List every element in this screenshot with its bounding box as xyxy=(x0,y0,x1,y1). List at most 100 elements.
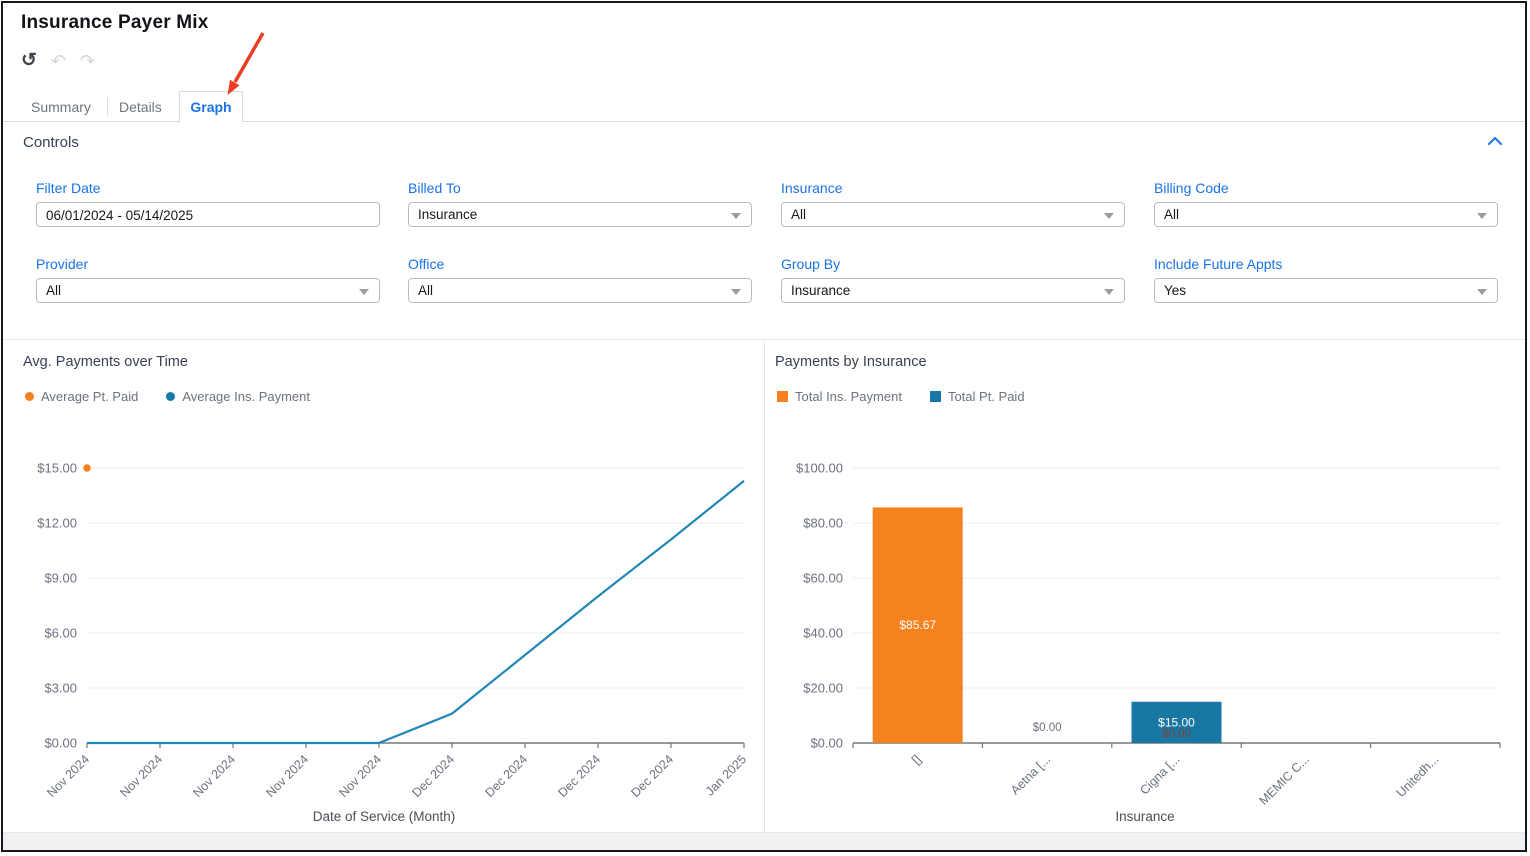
filter-date-label: Filter Date xyxy=(36,180,101,196)
provider-field: Provider All xyxy=(36,256,380,303)
office-select[interactable]: All xyxy=(408,278,752,303)
chevron-down-icon xyxy=(731,212,741,224)
undo-icon[interactable]: ↶ xyxy=(51,51,66,71)
svg-text:Cigna [...: Cigna [... xyxy=(1137,752,1182,797)
payments-by-insurance-legend: Total Ins. Payment Total Pt. Paid xyxy=(777,389,1025,404)
svg-text:$40.00: $40.00 xyxy=(803,626,843,641)
avg-payments-line-chart: $0.00 $3.00 $6.00 $9.00 $12.00 $15.00 Nov 2024… xyxy=(37,461,749,825)
svg-text:$0.00: $0.00 xyxy=(44,736,77,751)
blue-square-icon xyxy=(929,391,941,402)
chevron-down-icon xyxy=(359,288,369,300)
legend-label: Total Pt. Paid xyxy=(947,389,1025,404)
billed-to-label: Billed To xyxy=(408,180,461,196)
payments-by-insurance-bar-chart: $0.00 $20.00 $40.00 $60.00 $80.00 $100.00 [] Ae… xyxy=(796,461,1501,824)
legend-item-average-pt-paid[interactable]: Average Pt. Paid xyxy=(25,389,138,404)
tab-summary[interactable]: Summary xyxy=(31,99,91,115)
svg-text:$20.00: $20.00 xyxy=(803,681,843,696)
svg-text:$100.00: $100.00 xyxy=(796,461,843,476)
orange-square-icon xyxy=(777,391,788,402)
legend-label: Average Pt. Paid xyxy=(41,389,139,404)
svg-text:$9.00: $9.00 xyxy=(44,571,77,586)
insurance-field: Insurance All xyxy=(781,180,1125,227)
insurance-select[interactable]: All xyxy=(781,202,1125,227)
include-future-appts-value: Yes xyxy=(1164,283,1187,298)
legend-label: Total Ins. Payment xyxy=(795,389,902,404)
legend-item-average-ins-payment[interactable]: Average Ins. Payment xyxy=(166,389,310,404)
provider-select[interactable]: All xyxy=(36,278,380,303)
svg-text:Dec 2024: Dec 2024 xyxy=(482,752,530,800)
group-by-field: Group By Insurance xyxy=(781,256,1125,303)
billed-to-select[interactable]: Insurance xyxy=(408,202,752,227)
chevron-down-icon xyxy=(1477,212,1487,224)
filter-date-input[interactable] xyxy=(36,202,380,227)
include-future-appts-label: Include Future Appts xyxy=(1154,256,1283,272)
svg-text:Nov 2024: Nov 2024 xyxy=(263,752,311,800)
insurance-label: Insurance xyxy=(781,180,843,196)
legend-label: Average Ins. Payment xyxy=(182,389,310,404)
collapse-chevron-up-icon[interactable] xyxy=(1487,136,1503,146)
billed-to-value: Insurance xyxy=(418,207,478,222)
svg-text:Dec 2024: Dec 2024 xyxy=(409,752,457,800)
chevron-down-icon xyxy=(1104,212,1114,224)
billing-code-select[interactable]: All xyxy=(1154,202,1498,227)
avg-payments-chart-panel: Avg. Payments over Time Average Pt. Paid… xyxy=(3,341,765,832)
billed-to-field: Billed To Insurance xyxy=(408,180,752,227)
chevron-down-icon xyxy=(1477,288,1487,300)
svg-text:Nov 2024: Nov 2024 xyxy=(44,752,92,800)
legend-item-total-pt-paid[interactable]: Total Pt. Paid xyxy=(929,389,1025,404)
svg-text:Nov 2024: Nov 2024 xyxy=(117,752,165,800)
toolbar: ↺ ↶ ↷ xyxy=(21,51,95,72)
charts-section: Avg. Payments over Time Average Pt. Paid… xyxy=(3,341,1525,832)
provider-value: All xyxy=(46,283,62,298)
horizontal-scrollbar[interactable] xyxy=(3,832,1525,850)
chevron-down-icon xyxy=(1104,288,1114,300)
avg-payments-legend: Average Pt. Paid Average Ins. Payment xyxy=(25,389,310,404)
tab-details[interactable]: Details xyxy=(119,99,162,115)
svg-text:$0.00: $0.00 xyxy=(1162,728,1191,740)
refresh-icon[interactable]: ↺ xyxy=(21,51,37,71)
svg-text:Unitedh...: Unitedh... xyxy=(1394,752,1442,800)
tab-divider xyxy=(107,98,108,115)
payments-by-insurance-chart-title: Payments by Insurance xyxy=(775,354,927,370)
app-window: Insurance Payer Mix ↺ ↶ ↷ Summary Detail… xyxy=(1,1,1527,852)
group-by-select[interactable]: Insurance xyxy=(781,278,1125,303)
orange-dot-icon xyxy=(25,392,34,401)
svg-text:$0.00: $0.00 xyxy=(810,736,843,751)
group-by-label: Group By xyxy=(781,256,841,272)
svg-text:Nov 2024: Nov 2024 xyxy=(336,752,384,800)
billing-code-label: Billing Code xyxy=(1154,180,1229,196)
billing-code-field: Billing Code All xyxy=(1154,180,1498,227)
svg-text:[]: [] xyxy=(909,752,924,767)
group-by-value: Insurance xyxy=(791,283,851,298)
filter-date-field: Filter Date xyxy=(36,180,380,227)
controls-panel: Controls Filter Date Billed To Insurance… xyxy=(3,122,1525,340)
insurance-value: All xyxy=(791,207,807,222)
payments-by-insurance-chart-panel: Payments by Insurance Total Ins. Payment… xyxy=(765,341,1525,832)
redo-icon[interactable]: ↷ xyxy=(80,51,95,71)
svg-text:Jan 2025: Jan 2025 xyxy=(703,752,749,798)
svg-text:Aetna [...: Aetna [... xyxy=(1008,752,1053,797)
svg-text:MEMIC C...: MEMIC C... xyxy=(1256,752,1312,808)
provider-label: Provider xyxy=(36,256,89,272)
page-title: Insurance Payer Mix xyxy=(21,12,209,33)
office-field: Office All xyxy=(408,256,752,303)
svg-text:Dec 2024: Dec 2024 xyxy=(628,752,676,800)
svg-text:Dec 2024: Dec 2024 xyxy=(555,752,603,800)
office-label: Office xyxy=(408,256,445,272)
svg-text:$80.00: $80.00 xyxy=(803,516,843,531)
tab-graph[interactable]: Graph xyxy=(179,91,243,122)
svg-text:$6.00: $6.00 xyxy=(44,626,77,641)
svg-text:Date of Service (Month): Date of Service (Month) xyxy=(313,809,456,824)
legend-item-total-ins-payment[interactable]: Total Ins. Payment xyxy=(777,389,902,404)
office-value: All xyxy=(418,283,434,298)
svg-text:$15.00: $15.00 xyxy=(37,461,77,476)
controls-header: Controls xyxy=(23,134,79,151)
blue-dot-icon xyxy=(166,392,176,401)
chevron-down-icon xyxy=(731,288,741,300)
billing-code-value: All xyxy=(1164,207,1180,222)
svg-text:Insurance: Insurance xyxy=(1115,809,1174,824)
include-future-appts-field: Include Future Appts Yes xyxy=(1154,256,1498,303)
svg-text:$85.67: $85.67 xyxy=(899,618,936,632)
include-future-appts-select[interactable]: Yes xyxy=(1154,278,1498,303)
svg-text:$0.00: $0.00 xyxy=(1033,722,1062,734)
